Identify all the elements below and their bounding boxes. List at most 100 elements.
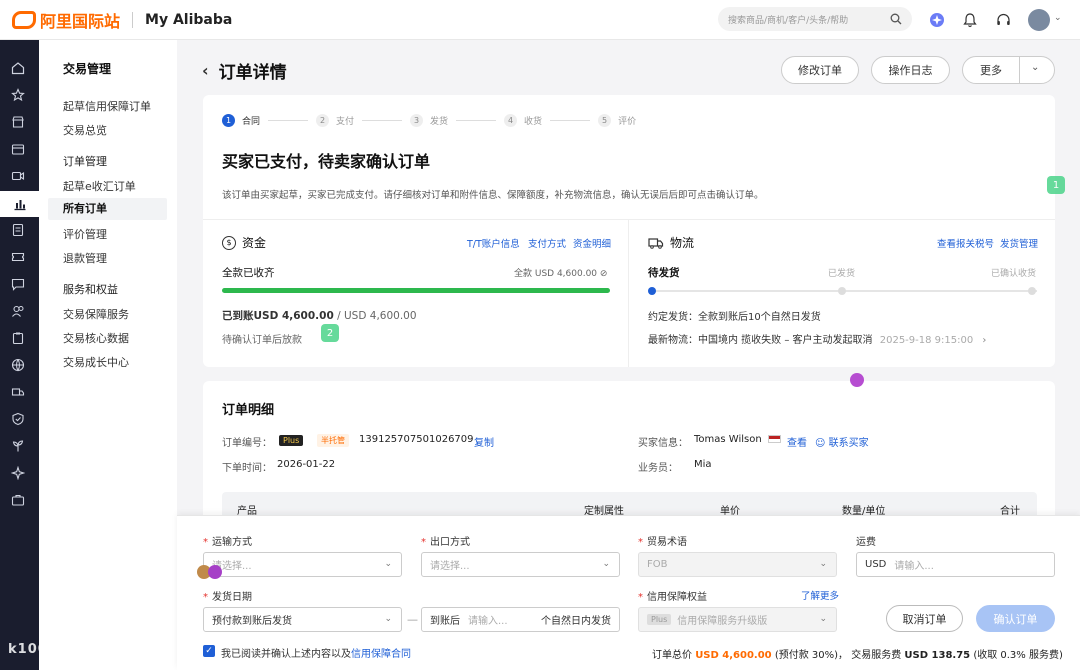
- brand-title[interactable]: My Alibaba: [145, 12, 232, 28]
- global-search-input[interactable]: 搜索商品/商机/客户/头条/帮助: [718, 7, 912, 31]
- headset-icon[interactable]: [994, 11, 1012, 29]
- order-detail-title: 订单明细: [222, 403, 275, 418]
- freight-input[interactable]: USD 请输入...: [856, 552, 1055, 577]
- video-icon[interactable]: [9, 167, 27, 185]
- export-method-select[interactable]: 请选择... ⌄: [421, 552, 620, 577]
- truck-icon[interactable]: [9, 383, 27, 401]
- order-status-description: 该订单由买家起草，买家已完成支付。请仔细核对订单和附件信息、保障额度，补充物流信…: [222, 190, 764, 201]
- sparkle-icon[interactable]: [9, 464, 27, 482]
- shipping-management-link[interactable]: 发货管理: [1000, 236, 1038, 250]
- customs-code-link[interactable]: 查看报关税号: [937, 236, 994, 250]
- message-icon[interactable]: [9, 275, 27, 293]
- agree-checkbox[interactable]: ✓: [203, 645, 215, 657]
- more-button-label: 更多: [980, 64, 1002, 77]
- chat-icon: ☺: [815, 438, 826, 449]
- ticket-icon[interactable]: [9, 248, 27, 266]
- store-icon[interactable]: [9, 113, 27, 131]
- document-icon[interactable]: [9, 221, 27, 239]
- subnav-item-growth-center[interactable]: 交易成长中心: [63, 354, 129, 370]
- stage-shipped: 已发货: [828, 269, 856, 279]
- logistics-dot-current: [648, 287, 656, 295]
- learn-more-link[interactable]: 了解更多: [801, 588, 839, 602]
- check-circle-icon: ⊘: [599, 269, 608, 279]
- star-icon[interactable]: [9, 86, 27, 104]
- logo-divider: [132, 11, 134, 28]
- floating-avatar[interactable]: [208, 565, 222, 579]
- subnav-group-services: 服务和权益: [63, 283, 118, 296]
- logistics-title-text: 物流: [670, 236, 695, 250]
- funds-received-label: 全款已收齐: [222, 267, 275, 279]
- chevron-down-icon[interactable]: ⌄: [1031, 62, 1039, 73]
- floating-avatar[interactable]: [850, 373, 864, 387]
- clipboard-icon[interactable]: [9, 329, 27, 347]
- ship-date-select[interactable]: 预付款到账后发货 ⌄: [203, 607, 402, 632]
- operation-log-button[interactable]: 操作日志: [871, 56, 950, 84]
- progress-steps: 1 合同 2 支付 3 发货 4 收货 5 评价: [222, 114, 636, 127]
- funds-progress-bar: [222, 288, 610, 293]
- chevron-down-icon[interactable]: ⌄: [1054, 13, 1062, 23]
- search-icon[interactable]: [890, 13, 902, 25]
- hint-badge-1[interactable]: 1: [1047, 176, 1065, 194]
- ai-assistant-icon[interactable]: [928, 11, 946, 29]
- sales-rep-value: Mia: [694, 459, 712, 470]
- shipping-method-select[interactable]: 请选择... ⌄: [203, 552, 402, 577]
- watermark: k100 大数跨境: [8, 636, 130, 662]
- order-number-label: 订单编号：: [222, 438, 272, 449]
- subnav-item-core-data[interactable]: 交易核心数据: [63, 330, 129, 346]
- credit-assurance-label: * 信用保障权益: [638, 592, 707, 603]
- order-total-summary: 订单总价 USD 4,600.00 (预付款 30%)， 交易服务费 USD 1…: [652, 650, 1063, 661]
- chevron-right-icon[interactable]: ›: [982, 335, 986, 346]
- freight-label: 运费: [856, 537, 876, 548]
- credit-contract-link[interactable]: 信用保障合同: [351, 649, 411, 660]
- subnav-item-trade-assurance[interactable]: 交易保障服务: [63, 306, 129, 322]
- tt-account-link[interactable]: T/T账户信息: [467, 236, 520, 250]
- folder-icon[interactable]: [9, 140, 27, 158]
- top-bar: 阿里国际站 My Alibaba: [0, 0, 1080, 40]
- plus-tag: Plus: [279, 433, 304, 446]
- order-number: 139125707501026709: [359, 434, 474, 445]
- page-title: ‹ 订单详情: [202, 58, 287, 83]
- sprout-icon[interactable]: [9, 437, 27, 455]
- delivery-truck-icon: [648, 237, 664, 249]
- subnav-item-draft-e-order[interactable]: 起草e收汇订单: [63, 178, 136, 194]
- latest-logistics[interactable]: 最新物流：中国境内 揽收失败 – 客户主动发起取消 2025-9-18 9:15…: [648, 331, 986, 346]
- briefcase-icon[interactable]: [9, 491, 27, 509]
- card-column-divider: [628, 219, 629, 367]
- funds-arrived: 已到账USD 4,600.00 / USD 4,600.00: [222, 310, 417, 322]
- confirm-order-button[interactable]: 确认订单: [976, 605, 1055, 632]
- view-buyer-link[interactable]: 查看: [787, 434, 807, 449]
- bell-icon[interactable]: [961, 11, 979, 29]
- back-arrow-icon[interactable]: ‹: [202, 61, 209, 80]
- freight-currency: USD: [865, 559, 887, 570]
- ship-date-label: * 发货日期: [203, 592, 252, 603]
- payment-method-link[interactable]: 支付方式: [528, 236, 566, 250]
- alibaba-logo[interactable]: 阿里国际站: [12, 8, 120, 32]
- order-total-amount: USD 4,600.00: [695, 650, 772, 661]
- chart-icon[interactable]: [0, 191, 39, 217]
- shipping-method-label: * 运输方式: [203, 537, 252, 548]
- subnav-item-all-orders[interactable]: 所有订单: [48, 198, 167, 220]
- home-icon[interactable]: [9, 59, 27, 77]
- ship-days-input[interactable]: 到账后 请输入... 个自然日内发货: [421, 607, 620, 632]
- agree-text: 我已阅读并确认上述内容以及信用保障合同: [221, 649, 411, 660]
- globe-icon[interactable]: [9, 356, 27, 374]
- sub-navigation: 交易管理 起草信用保障订单 交易总览 订单管理 起草e收汇订单 所有订单 评价管…: [39, 40, 177, 670]
- customers-icon[interactable]: [9, 302, 27, 320]
- shield-icon[interactable]: [9, 410, 27, 428]
- subnav-item-refunds[interactable]: 退款管理: [63, 250, 107, 266]
- agreed-shipping-note: 约定发货：全款到账后10个自然日发货: [648, 312, 821, 323]
- copy-order-number-link[interactable]: 复制: [474, 434, 494, 449]
- subnav-item-draft-credit-order[interactable]: 起草信用保障订单: [63, 98, 151, 114]
- cancel-order-button[interactable]: 取消订单: [886, 605, 963, 632]
- modify-order-button[interactable]: 修改订单: [781, 56, 859, 84]
- order-time-value: 2026-01-22: [277, 459, 336, 470]
- user-avatar[interactable]: [1028, 9, 1050, 31]
- more-button[interactable]: 更多 ⌄: [962, 56, 1055, 84]
- fund-details-link[interactable]: 资金明细: [573, 236, 611, 250]
- subnav-item-overview[interactable]: 交易总览: [63, 122, 107, 138]
- funds-title-text: 资金: [242, 236, 267, 250]
- subnav-item-reviews[interactable]: 评价管理: [63, 226, 107, 242]
- hint-badge-2[interactable]: 2: [321, 324, 339, 342]
- ship-date-separator: —: [407, 613, 418, 626]
- contact-buyer-link[interactable]: ☺ 联系买家: [815, 434, 869, 449]
